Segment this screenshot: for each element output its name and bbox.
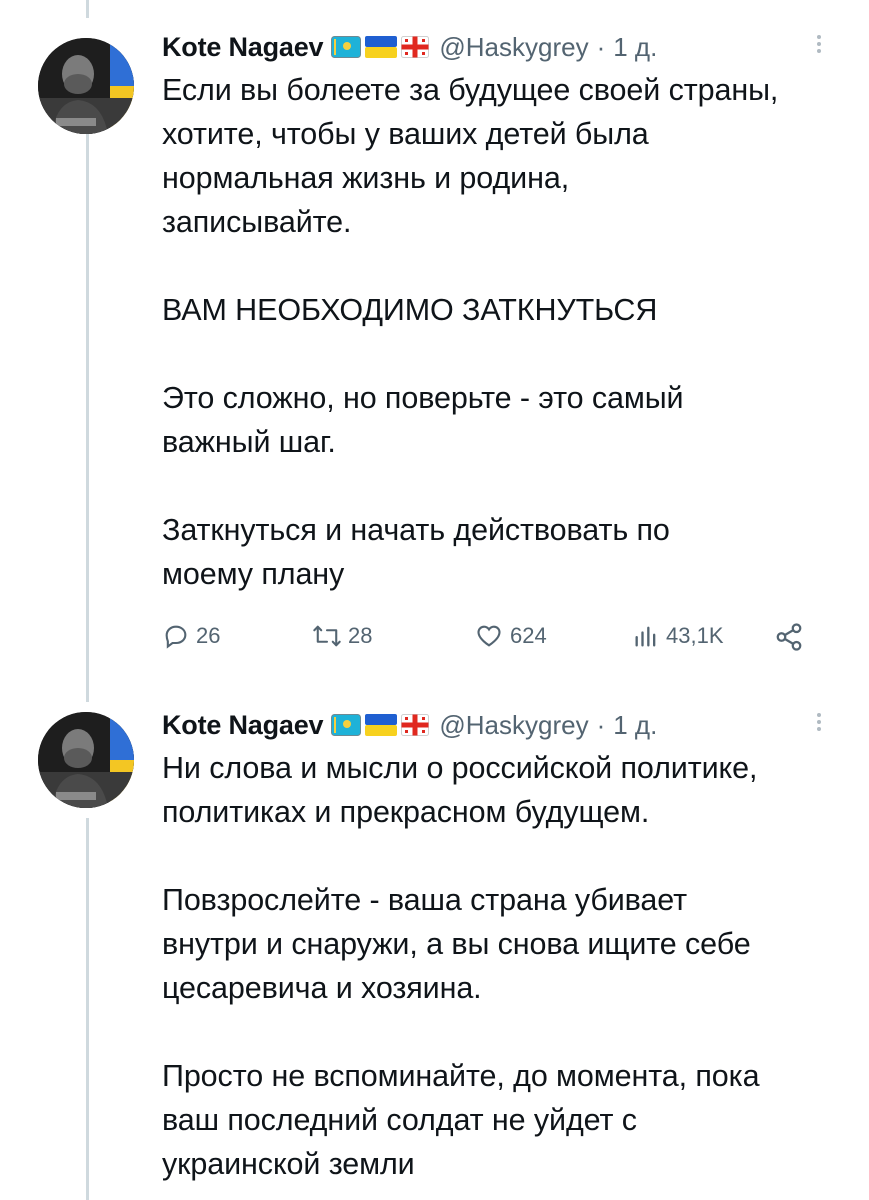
tweet-line: Если вы болеете за будущее своей страны, <box>162 73 779 107</box>
avatar[interactable] <box>38 38 134 134</box>
like-button[interactable]: 624 <box>474 622 547 650</box>
author-flags <box>331 714 433 736</box>
share-button[interactable] <box>774 622 810 652</box>
author-name[interactable]: Kote Nagaev <box>162 710 324 741</box>
tweet-time[interactable]: 1 д. <box>613 32 657 63</box>
avatar[interactable] <box>38 712 134 808</box>
retweet-icon <box>313 625 341 647</box>
tweet-time[interactable]: 1 д. <box>613 710 657 741</box>
avatar-image <box>38 712 134 808</box>
tweet-line: ВАМ НЕОБХОДИМО ЗАТКНУТЬСЯ <box>162 293 658 327</box>
separator-dot: · <box>596 31 606 62</box>
avatar-image <box>38 38 134 134</box>
heart-icon <box>477 625 501 647</box>
reply-count: 26 <box>196 623 221 648</box>
tweet-line: Повзрослейте - ваша страна убивает <box>162 883 687 917</box>
separator-dot: · <box>596 709 606 740</box>
views-button[interactable]: 43,1K <box>632 622 724 650</box>
more-options-icon[interactable] <box>809 32 829 62</box>
author-flags <box>331 36 433 58</box>
author-handle[interactable]: @Haskygrey <box>439 710 588 741</box>
georgia-flag-icon <box>401 714 430 736</box>
views-count: 43,1K <box>666 623 724 648</box>
tweet-line: Ни слова и мысли о российской политике, <box>162 751 758 785</box>
tweet-text: Если вы болеете за будущее своей страны,… <box>162 68 829 596</box>
kazakhstan-flag-icon <box>331 36 362 58</box>
tweet-line: внутри и снаружи, а вы снова ищите себе <box>162 927 751 961</box>
tweet-header: Kote Nagaev @Haskygrey · 1 д. <box>162 28 829 66</box>
tweet-line: хотите, чтобы у ваших детей была <box>162 117 649 151</box>
retweet-button[interactable]: 28 <box>312 622 372 650</box>
author-name[interactable]: Kote Nagaev <box>162 32 324 63</box>
like-count: 624 <box>510 623 547 648</box>
reply-icon <box>165 625 187 649</box>
tweet-line: украинской земли <box>162 1147 415 1181</box>
kazakhstan-flag-icon <box>331 714 362 736</box>
tweet-header: Kote Nagaev @Haskygrey · 1 д. <box>162 706 829 744</box>
ukraine-flag-icon <box>365 714 398 736</box>
thread-line-top <box>86 0 89 18</box>
reply-button[interactable]: 26 <box>162 622 220 650</box>
tweet-line: нормальная жизнь и родина, <box>162 161 570 195</box>
ukraine-flag-icon <box>365 36 398 58</box>
more-options-icon[interactable] <box>809 710 829 740</box>
tweet-text: Ни слова и мысли о российской политике, … <box>162 746 829 1186</box>
tweet-line: записывайте. <box>162 205 352 239</box>
tweet[interactable]: Kote Nagaev <box>0 702 869 1200</box>
tweet-line: важный шаг. <box>162 425 336 459</box>
tweet-line: Это сложно, но поверьте - это самый <box>162 381 684 415</box>
tweet-line: Просто не вспоминайте, до момента, пока <box>162 1059 760 1093</box>
tweet-line: моему плану <box>162 557 345 591</box>
tweet-line: цесаревича и хозяина. <box>162 971 482 1005</box>
author-handle[interactable]: @Haskygrey <box>439 32 588 63</box>
tweet-line: ваш последний солдат не уйдет с <box>162 1103 637 1137</box>
analytics-icon <box>635 626 656 647</box>
tweet[interactable]: Kote Nagaev <box>0 20 869 700</box>
tweet-line: политиках и прекрасном будущем. <box>162 795 650 829</box>
tweet-actions: 26 28 624 43,1K <box>162 618 829 654</box>
georgia-flag-icon <box>401 36 430 58</box>
retweet-count: 28 <box>348 623 373 648</box>
tweet-line: Заткнуться и начать действовать по <box>162 513 670 547</box>
share-icon <box>776 623 802 651</box>
